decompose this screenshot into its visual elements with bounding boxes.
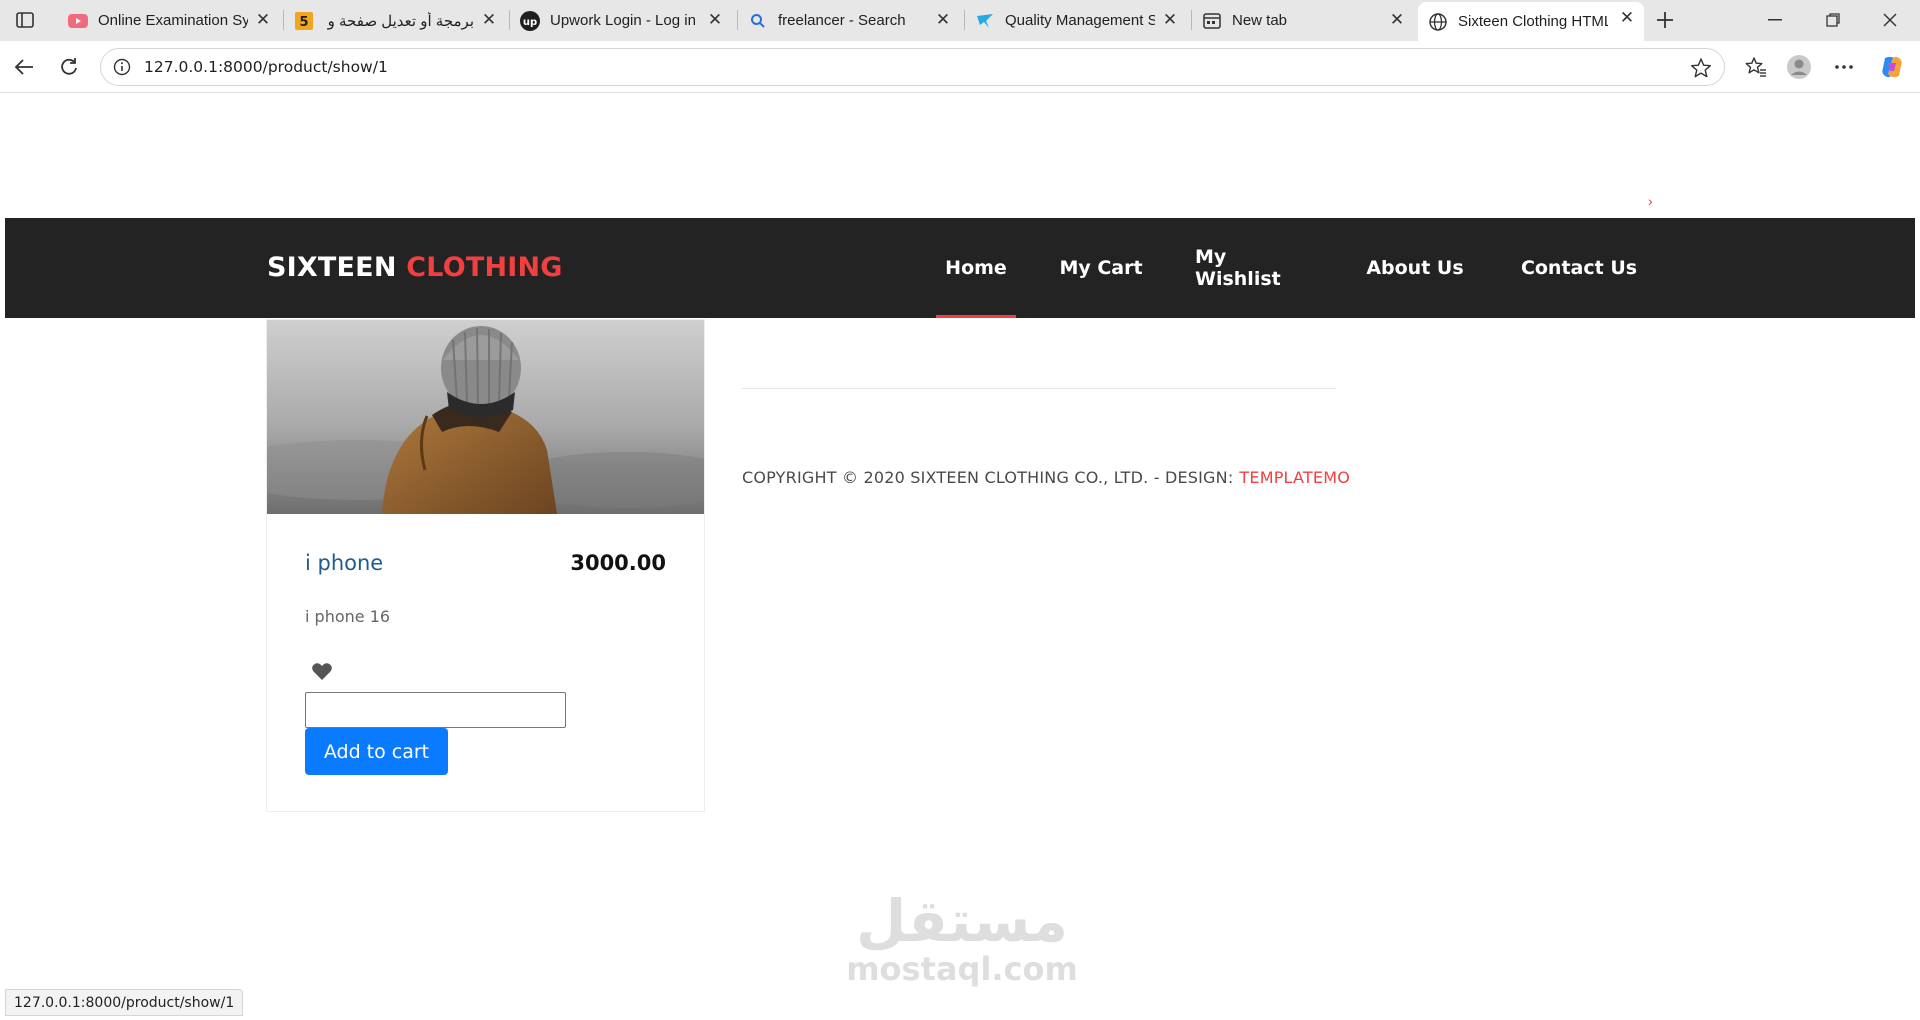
slider-next-arrow[interactable]: › (1648, 193, 1653, 209)
minimize-button[interactable] (1755, 6, 1795, 34)
product-name[interactable]: i phone (305, 551, 383, 575)
upwork-icon: up (520, 10, 540, 31)
globe-icon (1428, 12, 1448, 32)
profile-avatar-icon[interactable] (1783, 51, 1815, 83)
nav-my-wishlist[interactable]: My Wishlist (1195, 218, 1315, 318)
logo-part-2: CLOTHING (406, 252, 563, 283)
product-description: i phone 16 (305, 607, 391, 626)
new-tab-button[interactable] (1651, 6, 1679, 34)
mostaql-watermark: مستقل mostaql.com (842, 890, 1082, 1000)
reload-button[interactable] (53, 51, 85, 83)
tab-new-tab[interactable]: New tab ✕ (1192, 4, 1414, 37)
tab-arabic-project[interactable]: 5 برمجة أو تعديل صفحة و ✕ (284, 4, 506, 37)
tab-upwork-login[interactable]: up Upwork Login - Log in ✕ (510, 4, 732, 37)
site-header: SIXTEEN CLOTHING Home My Cart My Wishlis… (5, 218, 1915, 318)
number-5-icon: 5 (294, 11, 314, 31)
search-icon (748, 11, 768, 31)
status-bar-url: 127.0.0.1:8000/product/show/1 (5, 989, 244, 1016)
info-icon[interactable] (113, 58, 131, 76)
footer-copyright: COPYRIGHT © 2020 SIXTEEN CLOTHING CO., L… (742, 468, 1350, 487)
copyright-text: COPYRIGHT © 2020 SIXTEEN CLOTHING CO., L… (742, 468, 1234, 487)
sidebar-toggle-icon[interactable] (12, 8, 38, 32)
restore-button[interactable] (1813, 6, 1853, 34)
templatemo-link[interactable]: TEMPLATEMO (1239, 468, 1350, 487)
tab-online-examination[interactable]: Online Examination System ✕ (58, 4, 280, 37)
tab-title: Sixteen Clothing HTML (1458, 13, 1608, 30)
tab-title: Quality Management S (1005, 12, 1155, 29)
tab-freelancer-search[interactable]: freelancer - Search ✕ (738, 4, 960, 37)
svg-text:up: up (523, 17, 537, 28)
logo-part-1: SIXTEEN (267, 252, 397, 283)
close-icon[interactable]: ✕ (254, 10, 272, 29)
nav-contact-us[interactable]: Contact Us (1513, 218, 1645, 318)
more-options-icon[interactable] (1828, 51, 1860, 83)
freelancer-icon (975, 11, 995, 31)
back-button[interactable] (8, 51, 40, 83)
browser-toolbar: 127.0.0.1:8000/product/show/1 (0, 41, 1920, 93)
url-text[interactable]: 127.0.0.1:8000/product/show/1 (144, 58, 388, 76)
svg-text:5: 5 (299, 15, 308, 30)
favorites-icon[interactable] (1740, 51, 1772, 83)
tab-title: Upwork Login - Log in (550, 12, 696, 29)
nav-home[interactable]: Home (936, 218, 1016, 318)
close-icon[interactable]: ✕ (706, 10, 724, 29)
site-logo[interactable]: SIXTEEN CLOTHING (267, 252, 563, 283)
close-icon[interactable]: ✕ (1618, 8, 1636, 27)
tab-title: Online Examination System (98, 12, 248, 29)
heart-icon[interactable] (311, 662, 333, 682)
product-image (267, 320, 704, 514)
address-bar[interactable]: 127.0.0.1:8000/product/show/1 (100, 48, 1725, 86)
new-tab-icon (1202, 11, 1222, 31)
add-to-cart-button[interactable]: Add to cart (305, 728, 448, 775)
watermark-latin: mostaql.com (846, 950, 1078, 988)
product-card: i phone 3000.00 i phone 16 Add to cart (266, 319, 705, 812)
close-icon[interactable]: ✕ (1388, 10, 1406, 29)
window-close-button[interactable] (1870, 6, 1910, 34)
watermark-arabic: مستقل (855, 887, 1069, 955)
nav-my-cart[interactable]: My Cart (1058, 218, 1144, 318)
tab-title: برمجة أو تعديل صفحة و (327, 12, 474, 30)
tab-sixteen-clothing[interactable]: Sixteen Clothing HTML ✕ (1418, 2, 1644, 41)
tab-title: freelancer - Search (778, 12, 906, 29)
youtube-icon (68, 11, 88, 31)
close-icon[interactable]: ✕ (1161, 10, 1179, 29)
copilot-icon[interactable] (1876, 51, 1908, 83)
tab-title: New tab (1232, 12, 1288, 29)
footer-divider (742, 388, 1336, 389)
browser-tab-bar: Online Examination System ✕ 5 برمجة أو ت… (0, 0, 1920, 41)
page-viewport: › SIXTEEN CLOTHING Home My Cart My Wishl… (5, 94, 1915, 1016)
tab-quality-management[interactable]: Quality Management S ✕ (965, 4, 1187, 37)
product-price: 3000.00 (570, 551, 666, 575)
nav-about-us[interactable]: About Us (1365, 218, 1465, 318)
close-icon[interactable]: ✕ (480, 10, 498, 29)
close-icon[interactable]: ✕ (934, 10, 952, 29)
favorite-star-icon[interactable] (1690, 57, 1712, 79)
quantity-input[interactable] (305, 692, 566, 728)
